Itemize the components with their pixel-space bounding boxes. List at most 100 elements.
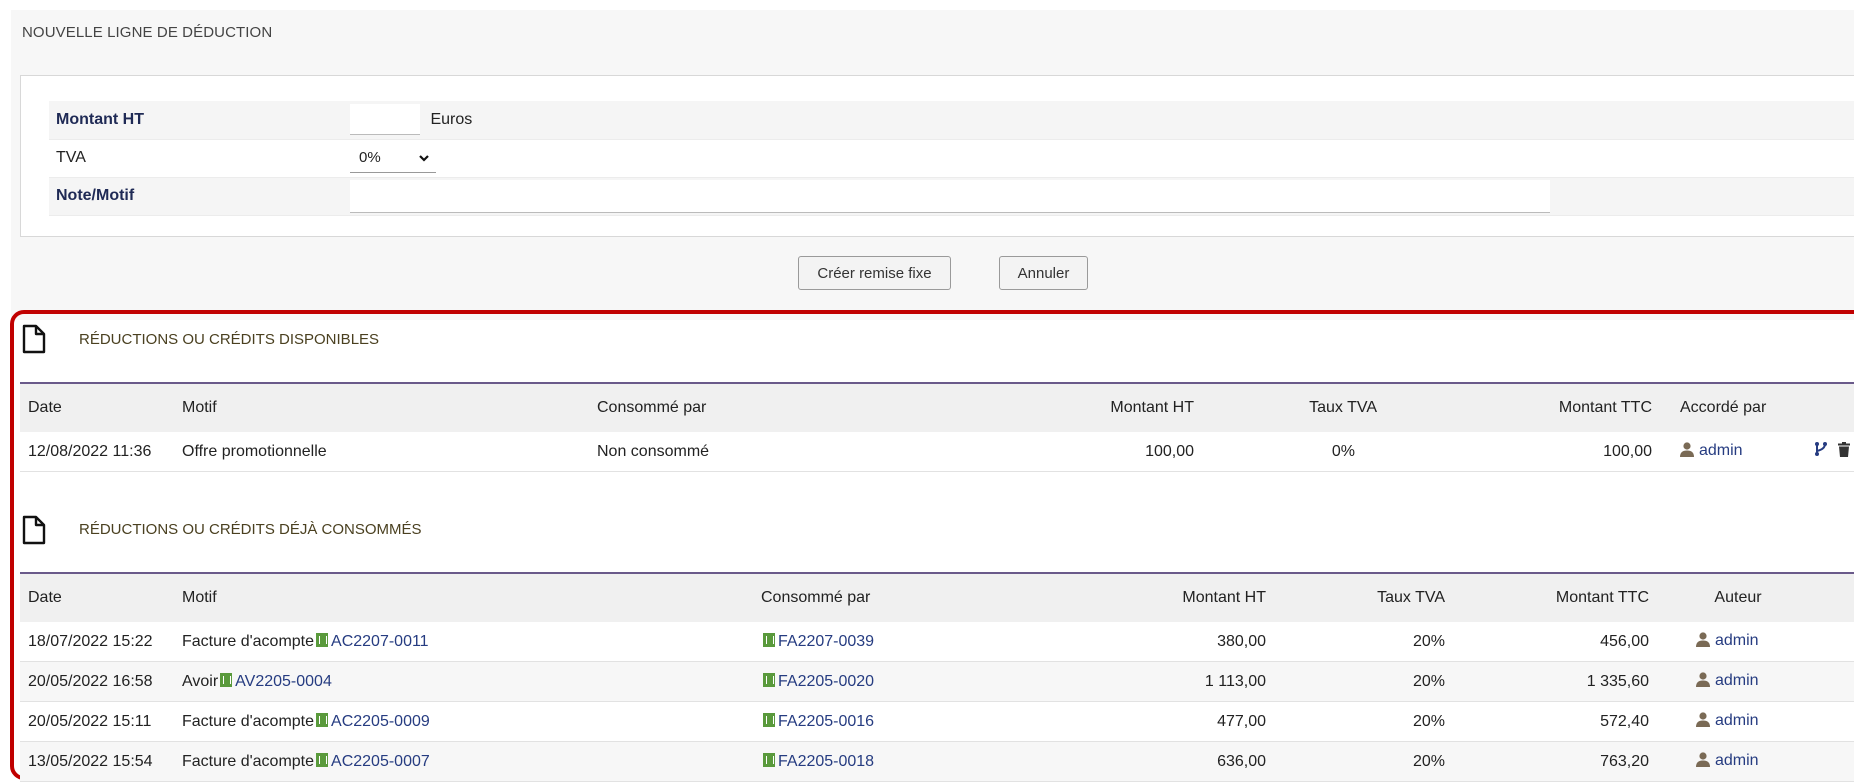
note-label: Note/Motif (49, 177, 350, 216)
row-amount-ttc: 1 335,60 (1445, 661, 1677, 702)
create-fixed-discount-button[interactable]: Créer remise fixe (798, 256, 951, 290)
row-consumed-link[interactable]: FA2205-0018 (778, 753, 874, 770)
header-granted-by: Accordé par (1680, 382, 1798, 432)
table-header-row: Date Motif Consommé par Montant HT Taux … (20, 382, 1854, 432)
user-icon (1696, 631, 1710, 652)
table-row: 20/05/2022 15:11 Facture d'acompte AC2205… (20, 701, 1854, 742)
row-consumed-by: FA2205-0018 (761, 741, 1074, 782)
table-row: 18/07/2022 15:22 Facture d'acompte AC2207… (20, 622, 1854, 662)
row-amount-ttc: 100,00 (1397, 432, 1680, 472)
row-consumed-by: FA2205-0016 (761, 701, 1074, 742)
user-link[interactable]: admin (1715, 672, 1759, 689)
row-author[interactable]: admin (1677, 741, 1799, 782)
user-icon (1696, 671, 1710, 692)
deduction-form: Montant HT Euros TVA 0% Note/Motif (20, 75, 1854, 237)
row-motif-text: Avoir (182, 672, 219, 690)
note-input[interactable] (350, 179, 1550, 213)
row-motif-link[interactable]: AV2205-0004 (235, 673, 332, 690)
row-author[interactable]: admin (1677, 661, 1799, 702)
tva-selected-value: 0% (359, 149, 381, 166)
row-amount-ttc: 572,40 (1445, 701, 1677, 742)
row-amount-ht: 380,00 (1074, 622, 1266, 662)
header-amount-ht: Montant HT (1074, 572, 1266, 622)
header-amount-ttc: Montant TTC (1445, 572, 1677, 622)
row-motif: Facture d'acompte AC2205-0007 (182, 741, 761, 782)
invoice-doc-icon (763, 632, 775, 647)
row-motif-link[interactable]: AC2205-0007 (331, 753, 430, 770)
trash-icon[interactable] (1838, 442, 1850, 461)
form-title: NOUVELLE LIGNE DE DÉDUCTION (22, 24, 273, 41)
user-link[interactable]: admin (1715, 752, 1759, 769)
cancel-button[interactable]: Annuler (999, 256, 1088, 290)
row-consumed-link[interactable]: FA2205-0016 (778, 713, 874, 730)
row-motif-text: Facture d'acompte (182, 752, 315, 770)
user-link[interactable]: admin (1715, 632, 1759, 649)
row-date: 13/05/2022 15:54 (20, 741, 182, 782)
row-motif-link[interactable]: AC2207-0011 (331, 633, 429, 650)
tva-label: TVA (49, 139, 350, 178)
row-author[interactable]: admin (1677, 701, 1799, 742)
invoice-doc-icon (316, 632, 329, 647)
invoice-doc-icon (220, 672, 233, 687)
montant-row: Montant HT Euros (49, 101, 1854, 140)
header-consumed-by: Consommé par (597, 382, 907, 432)
row-motif: Avoir AV2205-0004 (182, 661, 761, 702)
row-granted-by[interactable]: admin (1680, 432, 1798, 472)
user-icon (1696, 711, 1710, 732)
header-consumed-by: Consommé par (761, 572, 1074, 622)
row-author[interactable]: admin (1677, 622, 1799, 662)
tva-select[interactable]: 0% (350, 143, 436, 173)
row-amount-ht: 100,00 (907, 432, 1194, 472)
header-vat-rate: Taux TVA (1194, 382, 1397, 432)
row-spacer (1799, 622, 1854, 662)
user-icon (1680, 441, 1694, 462)
row-vat-rate: 20% (1266, 622, 1445, 662)
document-icon (22, 515, 46, 545)
row-amount-ht: 636,00 (1074, 741, 1266, 782)
row-vat-rate: 20% (1266, 661, 1445, 702)
header-amount-ttc: Montant TTC (1397, 382, 1680, 432)
invoice-doc-icon (763, 712, 775, 727)
row-consumed-by: FA2207-0039 (761, 622, 1074, 662)
tva-row: TVA 0% (49, 139, 1854, 178)
table-header-row: Date Motif Consommé par Montant HT Taux … (20, 572, 1854, 622)
row-amount-ttc: 763,20 (1445, 741, 1677, 782)
available-table: Date Motif Consommé par Montant HT Taux … (20, 382, 1854, 472)
row-amount-ht: 1 113,00 (1074, 661, 1266, 702)
row-date: 20/05/2022 15:11 (20, 701, 182, 742)
row-motif: Facture d'acompte AC2207-0011 (182, 622, 761, 662)
document-icon (22, 324, 46, 354)
row-amount-ttc: 456,00 (1445, 622, 1677, 662)
user-icon (1696, 751, 1710, 772)
row-vat-rate: 20% (1266, 741, 1445, 782)
user-link[interactable]: admin (1715, 712, 1759, 729)
row-consumed-link[interactable]: FA2207-0039 (778, 633, 874, 650)
header-amount-ht: Montant HT (907, 382, 1194, 432)
row-date: 18/07/2022 15:22 (20, 622, 182, 662)
table-row: 20/05/2022 16:58 Avoir AV2205-0004 FA2205… (20, 661, 1854, 702)
consumed-table: Date Motif Consommé par Montant HT Taux … (20, 572, 1854, 782)
row-consumed-link[interactable]: FA2205-0020 (778, 673, 874, 690)
invoice-doc-icon (763, 672, 775, 687)
header-date: Date (20, 382, 182, 432)
row-vat-rate: 0% (1194, 432, 1397, 472)
header-actions (1798, 382, 1854, 432)
row-date: 20/05/2022 16:58 (20, 661, 182, 702)
row-actions (1798, 432, 1854, 472)
montant-input[interactable] (350, 104, 420, 136)
header-author: Auteur (1677, 572, 1799, 622)
row-vat-rate: 20% (1266, 701, 1445, 742)
table-row: 13/05/2022 15:54 Facture d'acompte AC2205… (20, 741, 1854, 782)
split-icon[interactable] (1814, 442, 1828, 461)
available-section-title: RÉDUCTIONS OU CRÉDITS DISPONIBLES (79, 331, 380, 348)
chevron-down-icon (418, 143, 430, 183)
user-link[interactable]: admin (1699, 442, 1743, 459)
montant-label: Montant HT (49, 101, 350, 140)
row-motif-text: Facture d'acompte (182, 712, 315, 730)
row-motif-link[interactable]: AC2205-0009 (331, 713, 430, 730)
montant-unit: Euros (430, 110, 473, 128)
row-consumed-by: Non consommé (597, 432, 907, 472)
row-motif: Facture d'acompte AC2205-0009 (182, 701, 761, 742)
header-motif: Motif (182, 382, 597, 432)
invoice-doc-icon (316, 712, 329, 727)
